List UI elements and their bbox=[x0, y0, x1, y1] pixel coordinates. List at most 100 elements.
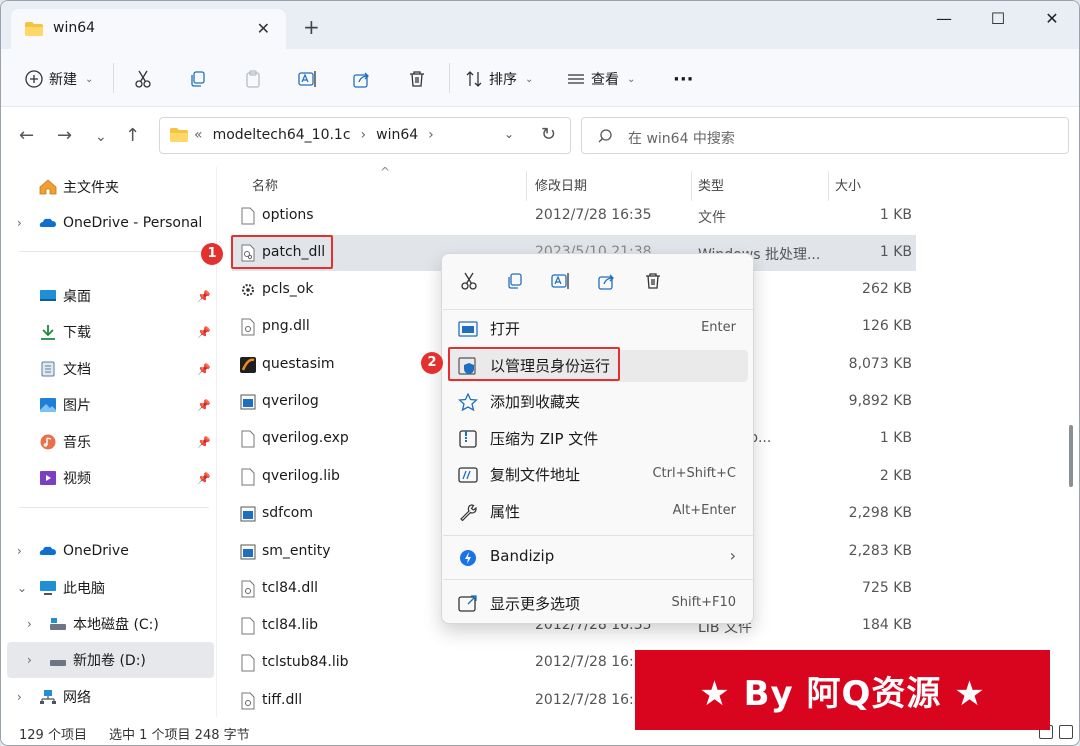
file-size: 1 KB bbox=[879, 207, 912, 223]
close-tab-icon[interactable]: ✕ bbox=[257, 19, 270, 38]
sidebar-item-label: 桌面 bbox=[63, 289, 91, 305]
sidebar-item-network[interactable]: › 网络 bbox=[1, 679, 214, 715]
menu-item-copy-path[interactable]: 复制文件地址 Ctrl+Shift+C bbox=[448, 459, 748, 491]
menu-delete-button[interactable] bbox=[640, 268, 666, 294]
pictures-icon bbox=[40, 398, 56, 412]
close-window-button[interactable]: ✕ bbox=[1029, 9, 1075, 33]
chevron-down-icon[interactable]: ⌄ bbox=[17, 581, 27, 595]
pin-icon[interactable]: 📌 bbox=[197, 399, 211, 412]
chevron-right-icon[interactable]: › bbox=[17, 216, 22, 230]
sidebar-item-drive-d[interactable]: › 新加卷 (D:) bbox=[7, 642, 214, 678]
address-bar[interactable]: « modeltech64_10.1c › win64 › ⌄ ↻ bbox=[159, 117, 571, 154]
file-size: 1 KB bbox=[879, 244, 912, 260]
address-dropdown-icon[interactable]: ⌄ bbox=[504, 127, 514, 141]
chevron-right-icon[interactable]: › bbox=[17, 690, 22, 704]
tiles-view-icon[interactable] bbox=[1059, 725, 1073, 739]
sidebar-item-home[interactable]: 主文件夹 bbox=[1, 169, 214, 205]
forward-arrow-icon[interactable]: → bbox=[57, 125, 72, 146]
menu-item-label: 压缩为 ZIP 文件 bbox=[490, 430, 599, 448]
more-button[interactable]: ··· bbox=[673, 66, 694, 92]
column-divider[interactable] bbox=[526, 171, 527, 201]
sidebar-item-onedrive[interactable]: › OneDrive bbox=[1, 533, 214, 569]
menu-divider bbox=[443, 579, 753, 580]
rename-button[interactable] bbox=[298, 66, 318, 92]
file-row-options[interactable]: options 2012/7/28 16:35 文件 1 KB bbox=[232, 198, 916, 234]
gear-app-icon bbox=[242, 284, 254, 296]
menu-item-add-to-favorites[interactable]: 添加到收藏夹 bbox=[448, 386, 748, 418]
menu-copy-button[interactable] bbox=[502, 268, 528, 294]
step-badge-1: 1 bbox=[201, 243, 223, 265]
breadcrumb-win64[interactable]: win64 bbox=[376, 127, 418, 143]
minimize-button[interactable]: — bbox=[921, 9, 967, 33]
command-bar: 新建 ⌄ 排序 ⌄ 查看 ⌄ ··· bbox=[1, 49, 1079, 107]
refresh-icon[interactable]: ↻ bbox=[541, 124, 556, 145]
chevron-right-icon[interactable]: › bbox=[27, 653, 32, 667]
maximize-button[interactable]: ☐ bbox=[975, 9, 1021, 33]
chevron-right-icon[interactable]: › bbox=[27, 617, 32, 631]
file-size: 262 KB bbox=[862, 281, 912, 297]
up-arrow-icon[interactable]: ↑ bbox=[125, 125, 140, 146]
chevron-right-icon[interactable]: › bbox=[17, 544, 22, 558]
recent-chevron-icon[interactable]: ⌄ bbox=[95, 129, 107, 145]
back-arrow-icon[interactable]: ← bbox=[19, 125, 34, 146]
sidebar-item-downloads[interactable]: 下载 📌 bbox=[1, 314, 214, 350]
trash-icon bbox=[410, 71, 424, 87]
copy-icon bbox=[191, 71, 205, 87]
file-name: tcl84.dll bbox=[262, 580, 319, 596]
column-header-date[interactable]: 修改日期 bbox=[535, 175, 587, 194]
view-button[interactable]: 查看 ⌄ bbox=[567, 66, 635, 92]
sidebar-item-desktop[interactable]: 桌面 📌 bbox=[1, 278, 214, 314]
sidebar-item-label: 视频 bbox=[63, 471, 91, 487]
pin-icon[interactable]: 📌 bbox=[197, 326, 211, 339]
vertical-scrollbar[interactable] bbox=[1069, 425, 1073, 487]
chevron-down-icon: ⌄ bbox=[627, 73, 636, 85]
menu-item-properties[interactable]: 属性 Alt+Enter bbox=[448, 496, 748, 528]
new-button[interactable]: 新建 ⌄ bbox=[25, 66, 93, 92]
cut-button[interactable] bbox=[134, 66, 152, 92]
sort-ascending-icon: ^ bbox=[380, 165, 391, 179]
share-button[interactable] bbox=[353, 66, 371, 92]
pin-icon[interactable]: 📌 bbox=[197, 472, 211, 485]
menu-divider bbox=[443, 309, 753, 310]
delete-button[interactable] bbox=[408, 66, 426, 92]
new-tab-button[interactable]: + bbox=[303, 17, 320, 37]
menu-rename-button[interactable] bbox=[548, 268, 574, 294]
menu-divider bbox=[443, 535, 753, 536]
menu-item-label: Bandizip bbox=[490, 547, 555, 565]
menu-item-show-more-options[interactable]: 显示更多选项 Shift+F10 bbox=[448, 588, 748, 620]
view-icon bbox=[568, 74, 584, 84]
menu-share-button[interactable] bbox=[594, 268, 620, 294]
column-header-name[interactable]: 名称 bbox=[252, 175, 278, 194]
sidebar-item-videos[interactable]: 视频 📌 bbox=[1, 460, 214, 496]
menu-item-open[interactable]: 打开 Enter bbox=[448, 313, 748, 345]
computer-icon bbox=[40, 581, 56, 595]
breadcrumb-modeltech[interactable]: modeltech64_10.1c bbox=[213, 127, 351, 143]
menu-item-label: 添加到收藏夹 bbox=[490, 393, 581, 411]
column-header-type[interactable]: 类型 bbox=[698, 175, 724, 194]
sidebar-item-label: 下载 bbox=[63, 325, 91, 341]
paste-button[interactable] bbox=[244, 66, 262, 92]
sidebar-item-pictures[interactable]: 图片 📌 bbox=[1, 387, 214, 423]
overflow-chevrons[interactable]: « bbox=[194, 127, 203, 143]
search-box[interactable]: 在 win64 中搜索 bbox=[581, 117, 1069, 154]
tab-win64[interactable]: win64 ✕ bbox=[11, 9, 286, 49]
column-divider[interactable] bbox=[828, 171, 829, 201]
pin-icon[interactable]: 📌 bbox=[197, 290, 211, 303]
menu-cut-button[interactable] bbox=[456, 268, 482, 294]
sidebar-item-documents[interactable]: 文档 📌 bbox=[1, 351, 214, 387]
menu-item-bandizip[interactable]: Bandizip › bbox=[448, 542, 748, 574]
drive-icon bbox=[50, 660, 66, 666]
sidebar-item-music[interactable]: 音乐 📌 bbox=[1, 424, 214, 460]
copy-button[interactable] bbox=[189, 66, 207, 92]
menu-item-compress-zip[interactable]: 压缩为 ZIP 文件 bbox=[448, 423, 748, 455]
sidebar-item-drive-c[interactable]: › 本地磁盘 (C:) bbox=[1, 606, 214, 642]
sidebar-item-onedrive-personal[interactable]: › OneDrive - Personal bbox=[1, 205, 214, 241]
pin-icon[interactable]: 📌 bbox=[197, 436, 211, 449]
column-divider[interactable] bbox=[691, 171, 692, 201]
file-name: qverilog.exp bbox=[262, 430, 349, 446]
sidebar-item-this-pc[interactable]: ⌄ 此电脑 bbox=[1, 570, 214, 606]
pin-icon[interactable]: 📌 bbox=[197, 363, 211, 376]
column-header-size[interactable]: 大小 bbox=[835, 175, 861, 194]
plus-circle-icon bbox=[25, 70, 43, 88]
sort-button[interactable]: 排序 ⌄ bbox=[465, 66, 533, 92]
